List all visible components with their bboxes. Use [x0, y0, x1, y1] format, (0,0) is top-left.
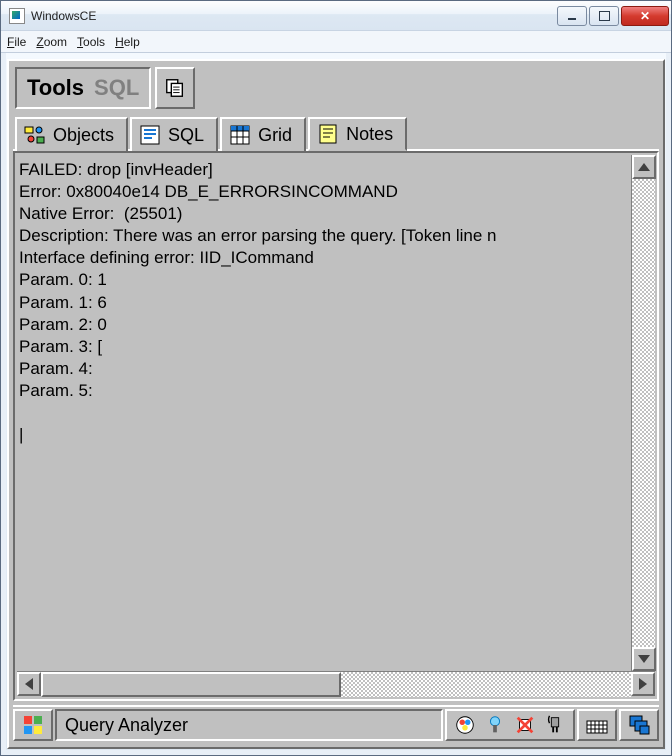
- tab-grid[interactable]: Grid: [220, 117, 306, 151]
- sql-icon: [138, 124, 162, 146]
- tab-sql-label: SQL: [168, 125, 204, 146]
- maximize-button[interactable]: [589, 6, 619, 26]
- window-title: WindowsCE: [31, 9, 555, 23]
- status-label: Query Analyzer: [55, 709, 443, 741]
- cascade-button[interactable]: [619, 709, 659, 741]
- horizontal-scroll-thumb[interactable]: [41, 672, 341, 697]
- tab-grid-label: Grid: [258, 125, 292, 146]
- client-area: Tools SQL Objects: [7, 59, 665, 749]
- sql-label: SQL: [94, 75, 139, 101]
- tab-objects-label: Objects: [53, 125, 114, 146]
- tab-objects[interactable]: Objects: [15, 117, 128, 151]
- tab-sql[interactable]: SQL: [130, 117, 218, 151]
- scroll-down-button[interactable]: [632, 647, 656, 671]
- horizontal-scrollbar[interactable]: [17, 671, 655, 697]
- menu-zoom[interactable]: Zoom: [36, 35, 67, 49]
- horizontal-scroll-track[interactable]: [341, 672, 631, 697]
- objects-icon: [23, 124, 47, 146]
- tools-label: Tools: [27, 75, 84, 101]
- grid-icon: [228, 124, 252, 146]
- vertical-scroll-track[interactable]: [632, 179, 655, 647]
- notes-icon: [316, 123, 340, 145]
- status-tray: [445, 709, 575, 741]
- menubar: File Zoom Tools Help: [1, 31, 671, 53]
- titlebar[interactable]: WindowsCE: [1, 1, 671, 31]
- copy-button[interactable]: [155, 67, 195, 109]
- keyboard-button[interactable]: [577, 709, 617, 741]
- tray-icon-1[interactable]: [451, 714, 479, 736]
- app-icon: [9, 8, 25, 24]
- client-wrap: Tools SQL Objects: [1, 53, 671, 755]
- copy-icon: [164, 77, 186, 99]
- tray-icon-4[interactable]: [541, 714, 569, 736]
- status-label-text: Query Analyzer: [65, 715, 188, 736]
- minimize-button[interactable]: [557, 6, 587, 26]
- windows-icon: [21, 713, 45, 737]
- scroll-up-button[interactable]: [632, 155, 656, 179]
- keyboard-icon: [585, 715, 609, 735]
- close-button[interactable]: [621, 6, 669, 26]
- menu-tools[interactable]: Tools: [77, 35, 105, 49]
- notes-panel: FAILED: drop [invHeader] Error: 0x80040e…: [13, 151, 659, 701]
- toolbar: Tools SQL: [13, 65, 659, 111]
- menu-help[interactable]: Help: [115, 35, 140, 49]
- tabbar: Objects SQL Grid Notes: [13, 115, 659, 151]
- tray-icon-3[interactable]: [511, 714, 539, 736]
- tab-notes-label: Notes: [346, 124, 393, 145]
- menu-file[interactable]: File: [7, 35, 26, 49]
- scroll-left-button[interactable]: [17, 672, 41, 696]
- notes-text[interactable]: FAILED: drop [invHeader] Error: 0x80040e…: [17, 155, 631, 671]
- tray-icon-2[interactable]: [481, 714, 509, 736]
- statusbar: Query Analyzer: [13, 705, 659, 743]
- tools-panel[interactable]: Tools SQL: [15, 67, 151, 109]
- cascade-icon: [627, 713, 651, 737]
- vertical-scrollbar[interactable]: [631, 155, 655, 671]
- window-frame: WindowsCE File Zoom Tools Help Tools SQL: [0, 0, 672, 756]
- tab-notes[interactable]: Notes: [308, 117, 407, 151]
- status-app-button[interactable]: [13, 709, 53, 741]
- scroll-right-button[interactable]: [631, 672, 655, 696]
